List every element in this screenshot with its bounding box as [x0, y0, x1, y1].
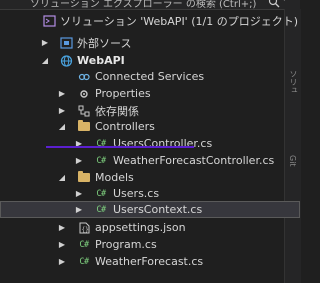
tree-row-solution[interactable]: ソリューション 'WebAPI' (1/1 のプロジェクト)	[0, 12, 300, 29]
properties-icon	[77, 85, 91, 102]
folder-open-icon	[77, 169, 91, 186]
expand-chevron-icon[interactable]: ▶	[57, 219, 67, 236]
tree-row-dependencies[interactable]: ▶ 依存関係	[0, 102, 300, 119]
expand-chevron-icon[interactable]: ▶	[40, 34, 50, 51]
users-context-label: UsersContext.cs	[113, 203, 203, 216]
program-label: Program.cs	[95, 238, 157, 251]
csharp-file-icon: C#	[96, 155, 106, 166]
expand-chevron-icon[interactable]: ▶	[74, 201, 84, 218]
tree-row-controllers-folder[interactable]: ◢ Controllers	[0, 118, 300, 135]
tree-row-appsettings[interactable]: ▶ {} appsettings.json	[0, 219, 300, 236]
expand-chevron-icon[interactable]: ▶	[57, 253, 67, 270]
tree-row-models-folder[interactable]: ◢ Models	[0, 169, 300, 186]
connected-services-label: Connected Services	[95, 70, 205, 83]
search-title: ソリューション エクスプローラー の検索 (Ctrl+;)	[30, 0, 257, 10]
external-sources-label: 外部ソース	[77, 36, 132, 50]
appsettings-label: appsettings.json	[95, 221, 186, 234]
expand-chevron-icon[interactable]: ▶	[74, 135, 84, 152]
csharp-file-icon: C#	[96, 204, 106, 215]
search-icon[interactable]	[268, 0, 280, 8]
tree-row-weather-controller[interactable]: ▶ C# WeatherForecastController.cs	[0, 152, 300, 169]
folder-open-icon	[77, 118, 91, 135]
connected-services-icon	[77, 68, 91, 85]
external-sources-icon	[59, 34, 73, 51]
solution-icon	[42, 12, 56, 29]
search-bar[interactable]: ソリューション エクスプローラー の検索 (Ctrl+;) ▾	[0, 0, 300, 10]
tree-row-users-model[interactable]: ▶ C# Users.cs	[0, 185, 300, 202]
json-file-icon: {}	[77, 219, 91, 236]
users-model-label: Users.cs	[113, 187, 160, 200]
collapse-chevron-icon[interactable]: ◢	[57, 118, 67, 135]
expand-chevron-icon[interactable]: ▶	[57, 102, 67, 119]
csharp-file-icon: C#	[96, 138, 106, 149]
annotation-underline	[46, 146, 194, 148]
collapse-chevron-icon[interactable]: ◢	[57, 169, 67, 186]
tree-row-users-context[interactable]: ▶ C# UsersContext.cs	[0, 201, 300, 218]
project-label: WebAPI	[77, 54, 125, 67]
csharp-file-icon: C#	[79, 256, 89, 267]
expand-chevron-icon[interactable]: ▶	[74, 152, 84, 169]
weather-controller-label: WeatherForecastController.cs	[113, 154, 275, 167]
expand-chevron-icon[interactable]: ▶	[57, 85, 67, 102]
expand-chevron-icon[interactable]: ▶	[57, 236, 67, 253]
weather-forecast-label: WeatherForecast.cs	[95, 255, 204, 268]
tree-row-external-sources[interactable]: ▶ 外部ソース	[0, 34, 300, 51]
csharp-file-icon: C#	[96, 188, 106, 199]
properties-label: Properties	[95, 87, 151, 100]
models-label: Models	[95, 171, 134, 184]
expand-chevron-icon[interactable]: ▶	[74, 185, 84, 202]
users-controller-label: UsersController.cs	[113, 137, 213, 150]
collapse-chevron-icon[interactable]: ◢	[40, 52, 50, 69]
tree-row-properties[interactable]: ▶ Properties	[0, 85, 300, 102]
dependencies-label: 依存関係	[95, 104, 139, 118]
svg-text:{}: {}	[81, 226, 88, 233]
tree-row-program[interactable]: ▶ C# Program.cs	[0, 236, 300, 253]
dependencies-icon	[77, 102, 91, 119]
solution-label: ソリューション 'WebAPI' (1/1 のプロジェクト)	[60, 14, 298, 28]
search-options-chevron-icon[interactable]: ▾	[282, 0, 287, 4]
tree-row-connected-services[interactable]: Connected Services	[0, 68, 300, 85]
controllers-label: Controllers	[95, 120, 155, 133]
csharp-file-icon: C#	[79, 239, 89, 250]
web-project-icon	[59, 52, 73, 69]
tree-row-users-controller[interactable]: ▶ C# UsersController.cs	[0, 135, 300, 152]
tree-row-weather-forecast[interactable]: ▶ C# WeatherForecast.cs	[0, 253, 300, 270]
tree-row-project[interactable]: ◢ WebAPI	[0, 52, 300, 69]
